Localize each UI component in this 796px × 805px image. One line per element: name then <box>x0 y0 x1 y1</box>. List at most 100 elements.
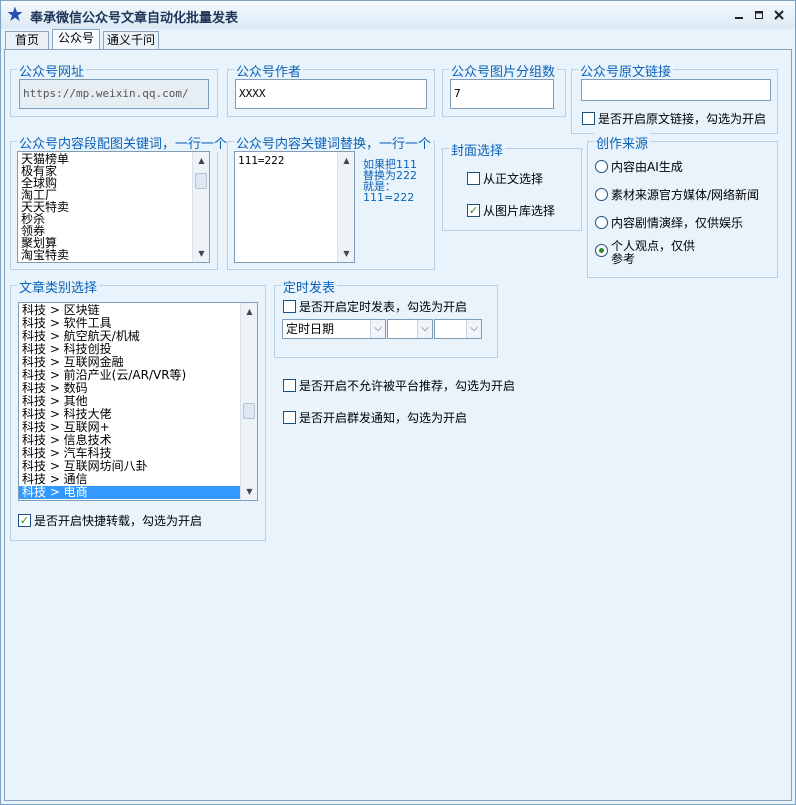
image-keywords-scrollbar[interactable]: ▲ ▼ <box>192 152 209 262</box>
mass-notify-checkbox[interactable]: 是否开启群发通知，勾选为开启 <box>283 409 467 427</box>
disable-recommend-checkbox-box[interactable] <box>283 379 296 392</box>
category-list-item[interactable]: 科技 > 软件工具 <box>19 317 241 330</box>
category-scrollbar[interactable]: ▲ ▼ <box>240 303 257 500</box>
quick-repost-checkbox[interactable]: ✓ 是否开启快捷转载，勾选为开启 <box>18 512 202 530</box>
category-list-item[interactable]: 科技 > 电商 <box>19 486 241 499</box>
chevron-down-icon[interactable]: ⌵ <box>466 320 481 338</box>
category-list-item[interactable]: 科技 > 其他 <box>19 395 241 408</box>
image-keywords-textarea[interactable]: 天猫榜单 极有家 全球购 淘工厂 天天特卖 秒杀 领券 聚划算 淘宝特卖 ▲ ▼ <box>17 151 210 263</box>
schedule-checkbox-box[interactable] <box>283 300 296 313</box>
close-icon[interactable] <box>771 7 787 23</box>
keyword-line: 淘宝特卖 <box>21 249 70 261</box>
author-group: 公众号作者 XXXX <box>227 61 435 117</box>
keyword-line: 天天特卖 <box>21 201 70 213</box>
tab-official-account[interactable]: 公众号 <box>52 29 100 49</box>
cover-option-body[interactable]: 从正文选择 <box>467 170 543 188</box>
keyword-line: 秒杀 <box>21 213 46 225</box>
original-link-checkbox-box[interactable] <box>582 112 595 125</box>
original-link-checkbox[interactable]: 是否开启原文链接，勾选为开启 <box>582 110 766 128</box>
category-listbox[interactable]: 科技 > 区块链 科技 > 软件工具 科技 > 航空航天/机械 科技 > 科技创投 科技… <box>18 302 258 501</box>
chevron-down-icon[interactable]: ⌵ <box>370 320 385 338</box>
quick-repost-checkbox-label: 是否开启快捷转载，勾选为开启 <box>34 514 203 528</box>
category-list-item[interactable]: 科技 > 信息技术 <box>19 434 241 447</box>
scroll-up-icon[interactable]: ▲ <box>194 153 209 168</box>
disable-recommend-checkbox[interactable]: 是否开启不允许被平台推荐，勾选为开启 <box>283 377 515 395</box>
category-list-item[interactable]: 科技 > 数码 <box>19 382 241 395</box>
keyword-line: 领券 <box>21 225 46 237</box>
source-option-ai[interactable]: 内容由AI生成 <box>595 158 683 176</box>
keyword-line: 全球购 <box>21 177 58 189</box>
category-list-item[interactable]: 科技 > 互联网金融 <box>19 356 241 369</box>
category-list-item[interactable]: 科技 > 科技大佬 <box>19 408 241 421</box>
source-option-drama[interactable]: 内容剧情演绎，仅供娱乐 <box>595 214 743 232</box>
schedule-group-title: 定时发表 <box>281 277 338 296</box>
scroll-down-icon[interactable]: ▼ <box>339 246 354 261</box>
category-list-item[interactable]: 科技 > 科技创投 <box>19 343 241 356</box>
tab-tongyi[interactable]: 通义千问 <box>103 31 159 49</box>
keyword-line: 聚划算 <box>21 237 58 249</box>
category-list-item[interactable]: 科技 > 汽车科技 <box>19 447 241 460</box>
category-list-item[interactable]: 科技 > 互联网+ <box>19 421 241 434</box>
cover-option-body-label: 从正文选择 <box>483 172 544 186</box>
scroll-down-icon[interactable]: ▼ <box>194 246 209 261</box>
replace-group-title: 公众号内容关键词替换，一行一个 <box>234 133 434 152</box>
image-group: 公众号图片分组数 7 <box>442 61 566 117</box>
scroll-thumb[interactable] <box>243 403 255 419</box>
scroll-thumb[interactable] <box>195 173 207 189</box>
scroll-up-icon[interactable]: ▲ <box>339 153 354 168</box>
cover-option-body-box[interactable] <box>467 172 480 185</box>
mass-notify-checkbox-box[interactable] <box>283 411 296 424</box>
schedule-date-select[interactable]: 定时日期 ⌵ <box>282 319 386 339</box>
radio-icon[interactable] <box>595 216 608 229</box>
source-option-drama-label: 内容剧情演绎，仅供娱乐 <box>611 216 744 230</box>
category-list-item[interactable]: 科技 > 通信 <box>19 473 241 486</box>
maximize-icon[interactable] <box>751 7 767 23</box>
source-option-opinion-label-2: 参考 <box>611 252 636 266</box>
replace-scrollbar[interactable]: ▲ ▼ <box>337 152 354 262</box>
category-list-item[interactable]: 科技 > 区块链 <box>19 304 241 317</box>
replace-group: 公众号内容关键词替换，一行一个 111=222 ▲ ▼ 如果把111 替换为22… <box>227 133 435 270</box>
image-keywords-group-title: 公众号内容段配图关键词，一行一个 <box>17 133 230 152</box>
mass-notify-checkbox-label: 是否开启群发通知，勾选为开启 <box>299 411 468 425</box>
title-bar[interactable]: 奉承微信公众号文章自动化批量发表 <box>1 1 795 29</box>
category-list-item[interactable]: 科技 > 前沿产业(云/AR/VR等) <box>19 369 241 382</box>
original-link-group: 公众号原文链接 是否开启原文链接，勾选为开启 <box>571 61 778 134</box>
scroll-up-icon[interactable]: ▲ <box>242 304 257 319</box>
url-group-title: 公众号网址 <box>17 61 87 80</box>
app-window: 奉承微信公众号文章自动化批量发表 首页 公众号 通义千问 公众号网址 https… <box>0 0 796 805</box>
keyword-line: 极有家 <box>21 165 58 177</box>
source-option-ai-label: 内容由AI生成 <box>611 160 683 174</box>
checkmark-icon[interactable]: ✓ <box>467 204 480 217</box>
image-group-field[interactable]: 7 <box>450 79 554 109</box>
url-field[interactable]: https://mp.weixin.qq.com/ <box>19 79 209 109</box>
schedule-group: 定时发表 是否开启定时发表，勾选为开启 定时日期 ⌵ ⌵ ⌵ <box>274 277 498 358</box>
author-field[interactable]: XXXX <box>235 79 427 109</box>
original-link-group-title: 公众号原文链接 <box>578 61 674 80</box>
cover-group-title: 封面选择 <box>449 140 506 159</box>
original-link-field[interactable] <box>581 79 771 101</box>
chevron-down-icon[interactable]: ⌵ <box>417 320 432 338</box>
keyword-line: 淘工厂 <box>21 189 58 201</box>
replace-textarea[interactable]: 111=222 ▲ ▼ <box>234 151 355 263</box>
scroll-down-icon[interactable]: ▼ <box>242 484 257 499</box>
radio-icon[interactable] <box>595 160 608 173</box>
source-option-opinion[interactable]: 个人观点，仅供 参考 <box>595 240 695 270</box>
tab-home[interactable]: 首页 <box>5 31 49 49</box>
checkmark-icon[interactable]: ✓ <box>18 514 31 527</box>
source-group-title: 创作来源 <box>594 133 651 152</box>
image-group-title: 公众号图片分组数 <box>449 61 558 80</box>
schedule-minute-select[interactable]: ⌵ <box>434 319 482 339</box>
category-list-item[interactable]: 科技 > 互联网坊间八卦 <box>19 460 241 473</box>
minimize-icon[interactable] <box>731 7 747 23</box>
radio-selected-icon[interactable] <box>595 244 608 257</box>
author-group-title: 公众号作者 <box>234 61 304 80</box>
schedule-hour-select[interactable]: ⌵ <box>387 319 433 339</box>
radio-icon[interactable] <box>595 188 608 201</box>
category-group: 文章类别选择 科技 > 区块链 科技 > 软件工具 科技 > 航空航天/机械 科技 >… <box>10 277 266 541</box>
schedule-checkbox[interactable]: 是否开启定时发表，勾选为开启 <box>283 298 467 316</box>
cover-option-library[interactable]: ✓ 从图片库选择 <box>467 202 555 220</box>
category-list-item[interactable]: 科技 > 航空航天/机械 <box>19 330 241 343</box>
cover-option-library-label: 从图片库选择 <box>483 204 556 218</box>
schedule-date-value: 定时日期 <box>286 322 335 336</box>
source-option-news[interactable]: 素材来源官方媒体/网络新闻 <box>595 186 759 204</box>
